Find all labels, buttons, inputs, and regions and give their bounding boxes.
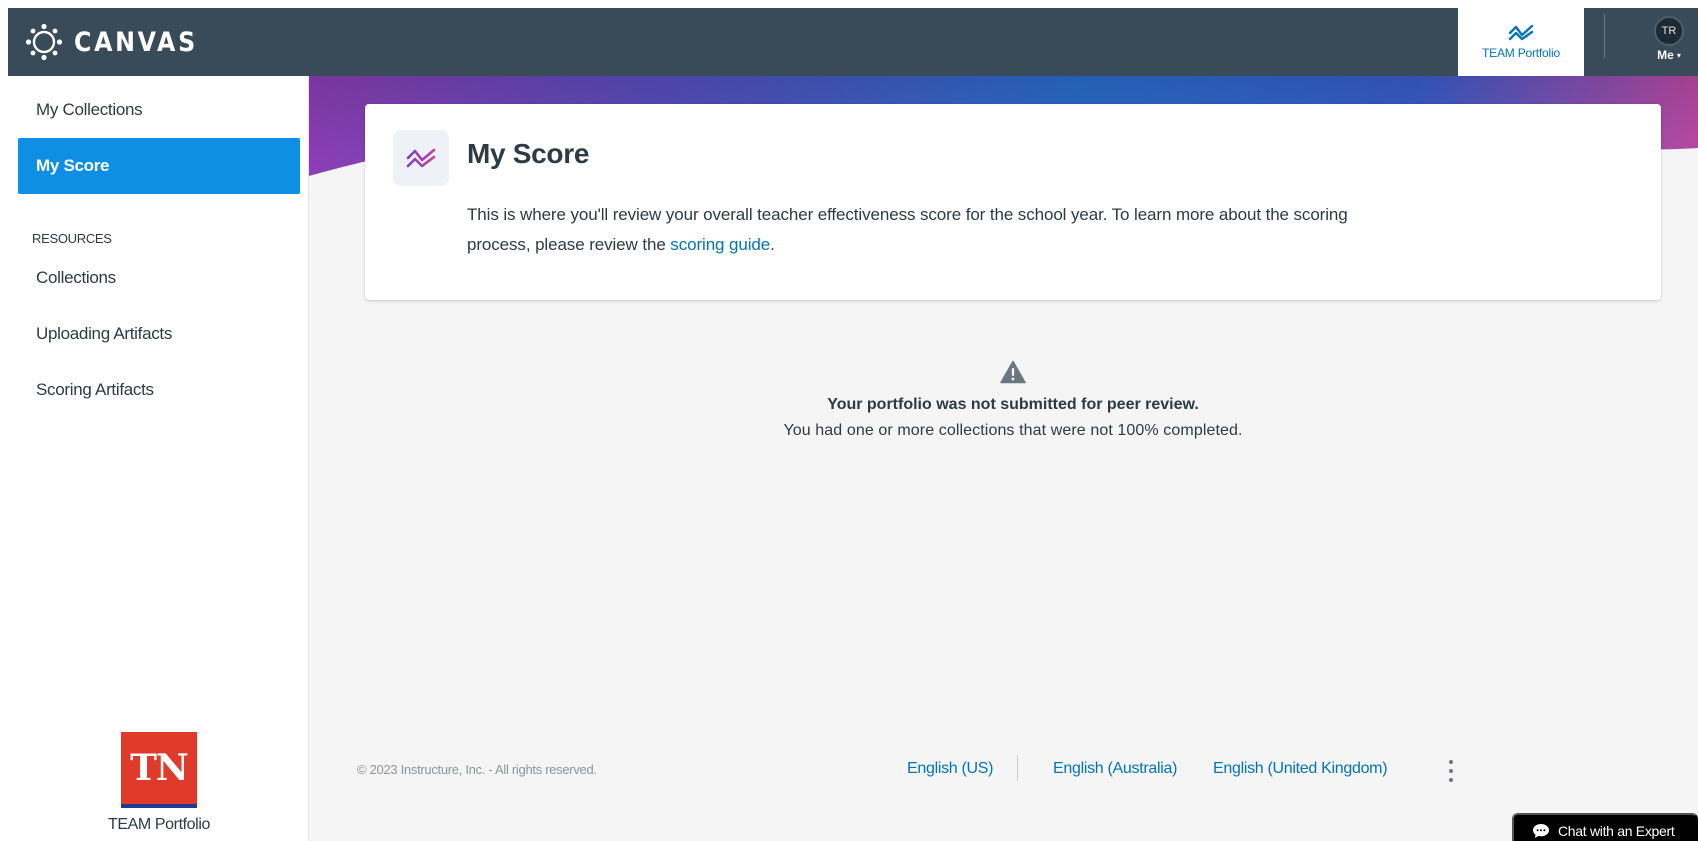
team-portfolio-app-tab[interactable]: TEAM Portfolio bbox=[1458, 8, 1584, 76]
tn-logo: TN bbox=[121, 732, 197, 808]
avatar: TR bbox=[1654, 16, 1684, 46]
language-english-uk[interactable]: English (United Kingdom) bbox=[1213, 760, 1388, 778]
sidebar-item-my-score[interactable]: My Score bbox=[18, 138, 300, 194]
my-score-card: My Score This is where you'll review you… bbox=[365, 104, 1661, 300]
top-bar: CANVAS TEAM Portfolio TR Me ▾ bbox=[8, 8, 1698, 76]
tn-logo-text: TN bbox=[130, 747, 189, 789]
sidebar: My Collections My Score RESOURCES Collec… bbox=[8, 76, 309, 841]
card-description: This is where you'll review your overall… bbox=[467, 200, 1367, 260]
user-menu-label: Me ▾ bbox=[1657, 48, 1681, 62]
trend-icon bbox=[406, 148, 436, 168]
sidebar-footer-label: TEAM Portfolio bbox=[108, 816, 210, 833]
trend-icon bbox=[1508, 24, 1534, 41]
language-divider bbox=[1017, 755, 1018, 781]
chat-button-label: Chat with an Expert bbox=[1558, 823, 1675, 839]
user-label-text: Me bbox=[1657, 48, 1674, 62]
more-vertical-icon[interactable] bbox=[1447, 760, 1455, 782]
scoring-guide-link[interactable]: scoring guide bbox=[670, 235, 770, 254]
app-tab-label: TEAM Portfolio bbox=[1482, 46, 1560, 60]
copyright-text: © 2023 Instructure, Inc. - All rights re… bbox=[357, 762, 597, 777]
caret-down-icon: ▾ bbox=[1676, 50, 1681, 60]
card-description-text: This is where you'll review your overall… bbox=[467, 205, 1348, 254]
sidebar-item-collections[interactable]: Collections bbox=[18, 250, 300, 306]
sidebar-item-scoring-artifacts[interactable]: Scoring Artifacts bbox=[18, 362, 300, 418]
canvas-logo-text: CANVAS bbox=[74, 26, 198, 58]
app-frame: CANVAS TEAM Portfolio TR Me ▾ My Collect… bbox=[8, 8, 1698, 841]
sidebar-item-my-collections[interactable]: My Collections bbox=[18, 82, 300, 138]
canvas-logo[interactable]: CANVAS bbox=[24, 22, 215, 62]
topbar-divider bbox=[1604, 14, 1605, 58]
language-english-us[interactable]: English (US) bbox=[907, 760, 994, 778]
sidebar-item-uploading-artifacts[interactable]: Uploading Artifacts bbox=[18, 306, 300, 362]
footer: © 2023 Instructure, Inc. - All rights re… bbox=[309, 740, 1698, 782]
card-icon-container bbox=[393, 130, 449, 186]
canvas-logo-icon bbox=[25, 23, 63, 61]
card-description-end: . bbox=[770, 235, 775, 254]
chat-bubble-icon bbox=[1533, 824, 1549, 838]
user-menu[interactable]: TR Me ▾ bbox=[1644, 16, 1694, 68]
chat-with-expert-button[interactable]: Chat with an Expert bbox=[1512, 813, 1698, 841]
page-title: My Score bbox=[467, 138, 590, 169]
empty-state: Your portfolio was not submitted for pee… bbox=[365, 360, 1661, 440]
language-english-australia[interactable]: English (Australia) bbox=[1053, 760, 1177, 778]
empty-state-title: Your portfolio was not submitted for pee… bbox=[827, 396, 1199, 413]
warning-icon bbox=[1000, 360, 1026, 384]
empty-state-message: You had one or more collections that wer… bbox=[783, 422, 1243, 439]
sidebar-section-resources: RESOURCES bbox=[32, 231, 112, 246]
